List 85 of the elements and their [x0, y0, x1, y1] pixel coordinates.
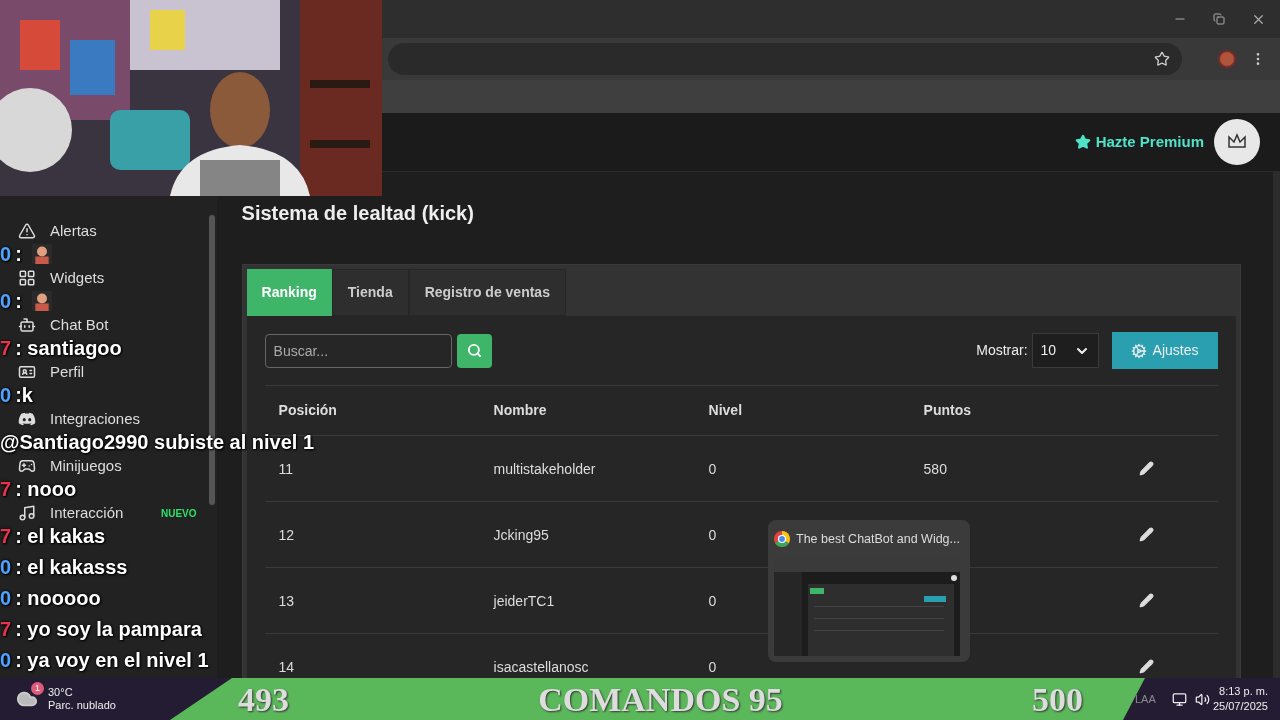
table-cell: 14 — [278, 659, 295, 674]
page-size-select[interactable]: 10 — [1031, 333, 1099, 368]
edit-icon[interactable] — [1138, 659, 1154, 674]
column-header: Nivel — [708, 401, 744, 420]
table-cell: 0 — [708, 461, 717, 476]
weather-temperature: 30°C — [48, 686, 74, 699]
table-cell: 0 — [708, 593, 717, 608]
star-icon — [1074, 134, 1091, 150]
network-icon[interactable] — [1171, 691, 1187, 707]
discord-icon — [18, 410, 36, 428]
edit-icon[interactable] — [1138, 461, 1154, 476]
column-header: Puntos — [923, 401, 972, 420]
settings-icon — [1130, 342, 1147, 359]
sidebar-item[interactable]: Integraciones — [0, 407, 217, 431]
preview-title: The best ChatBot and Widg... — [796, 530, 960, 548]
sidebar-item[interactable]: Minijuegos — [0, 454, 217, 478]
tray-label: LAA — [1135, 691, 1156, 707]
sidebar-item[interactable]: Perfil — [0, 360, 217, 384]
bookmark-star-icon[interactable] — [1154, 51, 1170, 67]
chat-message: : — [15, 243, 22, 265]
chat-username: 0 — [0, 243, 12, 265]
search-icon — [466, 343, 482, 358]
browser-logo-icon — [774, 531, 790, 547]
chat-message: :k — [15, 384, 33, 406]
grid-icon — [18, 269, 36, 287]
sidebar-item[interactable]: Widgets — [0, 266, 217, 290]
chat-username: 0 — [0, 384, 12, 406]
warning-icon — [18, 222, 36, 240]
new-label: NUEVO — [161, 506, 197, 521]
column-header: Posición — [278, 401, 338, 420]
search-button[interactable] — [456, 333, 492, 368]
restore-icon[interactable] — [1213, 13, 1225, 25]
tab[interactable]: Tienda — [331, 269, 409, 316]
chat-message: : el kakas — [15, 525, 106, 547]
show-label: Mostrar: — [976, 341, 1028, 360]
banner-right-number: 500 — [1032, 679, 1083, 720]
tab[interactable]: Registro de ventas — [408, 269, 566, 316]
sidebar-item[interactable]: Interacción NUEVO — [0, 501, 217, 525]
page-title: Sistema de lealtad (kick) — [241, 201, 475, 226]
column-header: Nombre — [493, 401, 548, 420]
chat-username: 0 — [0, 290, 12, 312]
table-cell: 580 — [923, 461, 947, 476]
chat-message: : — [15, 290, 22, 312]
clock-time: 8:13 p. m. — [1219, 684, 1268, 699]
table-cell: 0 — [708, 527, 717, 542]
gamepad-icon — [18, 457, 36, 475]
banner-left-number: 493 — [238, 679, 289, 720]
clock-date: 25/07/2025 — [1212, 699, 1268, 714]
weather-description: Parc. nublado — [48, 699, 116, 712]
notification-badge: 1 — [31, 682, 44, 695]
chat-message: : yo soy la pampara — [15, 618, 202, 640]
table-cell: 13 — [278, 593, 295, 608]
edit-icon[interactable] — [1138, 593, 1154, 608]
chat-username: 7 — [0, 478, 12, 500]
volume-icon[interactable] — [1194, 691, 1210, 707]
bot-icon — [18, 316, 36, 334]
chat-username: 7 — [0, 618, 12, 640]
search-field[interactable]: Buscar... — [264, 333, 452, 368]
sidebar-item[interactable]: Alertas — [0, 219, 217, 243]
chat-username: 0 — [0, 649, 12, 671]
table-cell: multistakeholder — [493, 461, 596, 476]
table-cell: isacastellanosc — [493, 659, 589, 674]
tab-preview[interactable]: The best ChatBot and Widg... — [768, 520, 970, 662]
chat-message: : el kakasss — [15, 556, 128, 578]
table-cell: jeiderTC1 — [493, 593, 555, 608]
table-cell: 11 — [278, 461, 294, 476]
music-icon — [18, 504, 36, 522]
chat-message: : ya voy en el nivel 1 — [15, 649, 209, 671]
banner-title: COMANDOS 95 — [538, 679, 783, 720]
edit-icon[interactable] — [1138, 527, 1154, 542]
profile-icon — [18, 363, 36, 381]
premium-link[interactable]: Hazte Premium — [1074, 130, 1204, 154]
chat-message: : santiagoo — [15, 337, 122, 359]
table-cell: 12 — [278, 527, 295, 542]
table-cell: 0 — [708, 659, 717, 674]
chat-message: : nooo — [15, 478, 77, 500]
chat-username: 0 — [0, 587, 12, 609]
chat-message: : nooooo — [15, 587, 101, 609]
table-cell: Jcking95 — [493, 527, 549, 542]
user-avatar[interactable] — [1214, 119, 1260, 165]
sidebar-item[interactable]: Chat Bot — [0, 313, 217, 337]
chat-username: 0 — [0, 556, 12, 578]
chat-username: 7 — [0, 525, 12, 547]
chat-username: 7 — [0, 337, 12, 359]
chat-message: @Santiago2990 subiste al nivel 1 — [0, 431, 315, 453]
